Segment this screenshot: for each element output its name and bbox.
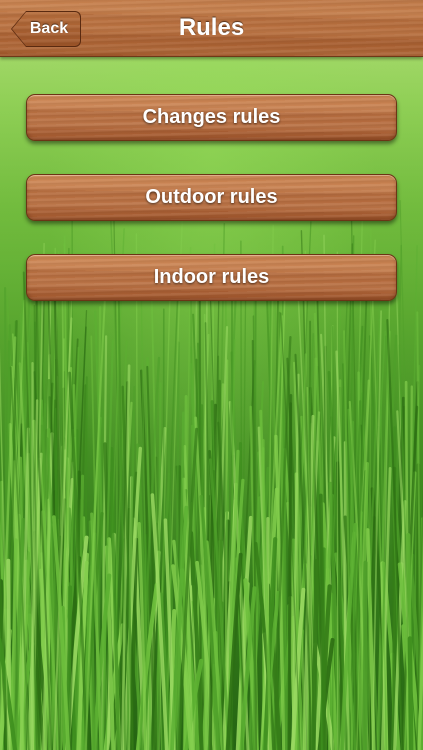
indoor-rules-button[interactable]: Indoor rules	[26, 254, 397, 301]
outdoor-rules-button[interactable]: Outdoor rules	[26, 174, 397, 221]
back-button-label: Back	[29, 20, 69, 37]
app-screen: Back Rules Changes rules Outdoor rules I…	[0, 0, 423, 750]
changes-rules-button[interactable]: Changes rules	[26, 94, 397, 141]
navigation-bar: Back Rules	[0, 0, 423, 57]
